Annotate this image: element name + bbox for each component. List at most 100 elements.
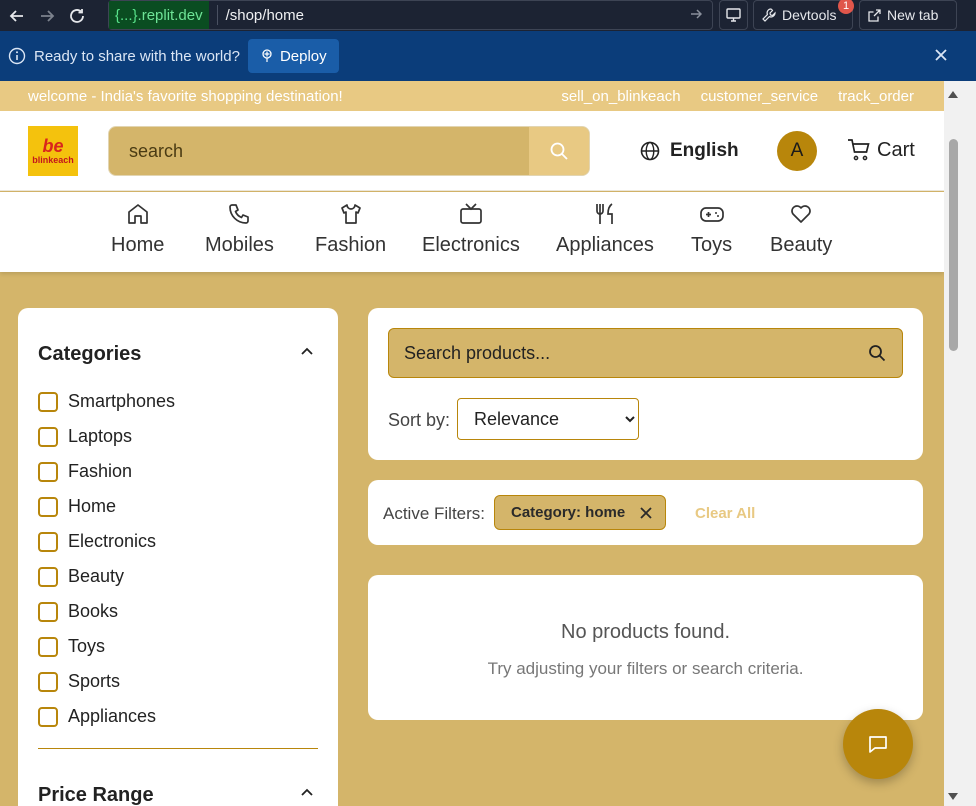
category-checkbox-row[interactable]: Toys: [38, 636, 105, 657]
site-search: [108, 126, 590, 176]
results-panel: No products found. Try adjusting your fi…: [368, 575, 923, 720]
info-icon: [8, 47, 26, 65]
checkbox[interactable]: [38, 671, 58, 692]
new-tab-label: New tab: [887, 7, 939, 23]
heart-icon: [791, 205, 811, 223]
nav-label: Toys: [691, 234, 733, 256]
site-search-button[interactable]: [529, 127, 589, 175]
category-checkbox-row[interactable]: Smartphones: [38, 391, 175, 412]
close-icon[interactable]: [934, 48, 948, 67]
filter-chip: Category: home: [494, 495, 667, 530]
category-label: Electronics: [68, 531, 157, 551]
utensils-icon: [596, 203, 613, 224]
back-icon[interactable]: [4, 3, 30, 29]
forward-icon[interactable]: [34, 3, 60, 29]
price-range-title: Price Range: [38, 784, 154, 806]
deploy-button[interactable]: Deploy: [247, 39, 339, 73]
nav-label: Mobiles: [205, 234, 274, 256]
nav-item-appliances[interactable]: Appliances: [556, 202, 654, 257]
new-tab-button[interactable]: New tab: [859, 0, 957, 30]
checkbox[interactable]: [38, 496, 58, 517]
logo[interactable]: be blinkeach: [28, 126, 78, 176]
scroll-thumb[interactable]: [949, 139, 958, 351]
nav-item-mobiles[interactable]: Mobiles: [205, 202, 274, 257]
category-checkbox-row[interactable]: Books: [38, 601, 118, 622]
checkbox[interactable]: [38, 566, 58, 587]
customer-service-link[interactable]: customer_service: [701, 88, 819, 105]
category-label: Beauty: [68, 566, 125, 586]
chevron-up-icon[interactable]: [300, 345, 314, 364]
clear-all-button[interactable]: Clear All: [695, 505, 755, 522]
tv-icon: [460, 203, 482, 224]
checkbox[interactable]: [38, 391, 58, 412]
track-order-link[interactable]: track_order: [838, 88, 914, 105]
nav-label: Appliances: [556, 234, 654, 256]
category-checkbox-row[interactable]: Laptops: [38, 426, 132, 447]
deploy-message: Ready to share with the world?: [34, 47, 240, 65]
logo-text: blinkeach: [32, 155, 74, 165]
nav-item-beauty[interactable]: Beauty: [770, 202, 832, 257]
sort-select[interactable]: Relevance: [457, 398, 639, 440]
monitor-icon: [726, 8, 741, 22]
sell-link[interactable]: sell_on_blinkeach: [561, 88, 680, 105]
chevron-up-icon[interactable]: [300, 786, 314, 805]
categories-title: Categories: [38, 343, 142, 365]
category-nav: Home Mobiles Fashion Electronics Applian…: [0, 192, 944, 272]
search-icon[interactable]: [868, 344, 886, 362]
cart-button[interactable]: Cart: [847, 138, 915, 162]
nav-item-electronics[interactable]: Electronics: [422, 202, 520, 257]
logo-mark: be: [42, 136, 64, 156]
scroll-up-arrow[interactable]: [948, 91, 958, 98]
product-search: [388, 328, 903, 378]
shirt-icon: [340, 204, 361, 224]
address-bar[interactable]: {...} .replit.dev /shop/home: [108, 0, 713, 30]
checkbox[interactable]: [38, 601, 58, 622]
cart-label: Cart: [877, 138, 915, 161]
empty-subtitle: Try adjusting your filters or search cri…: [487, 659, 804, 678]
checkbox[interactable]: [38, 426, 58, 447]
url-host: {...} .replit.dev: [109, 1, 209, 29]
active-filters-panel: Active Filters: Category: home Clear All: [368, 480, 923, 545]
checkbox[interactable]: [38, 461, 58, 482]
url-host-prefix: {...}: [115, 6, 138, 24]
nav-label: Beauty: [770, 234, 833, 256]
category-label: Fashion: [68, 461, 133, 481]
site-search-input[interactable]: [109, 127, 529, 175]
remove-filter-icon[interactable]: [639, 506, 653, 520]
welcome-bar: welcome - India's favorite shopping dest…: [0, 81, 944, 111]
category-checkbox-row[interactable]: Electronics: [38, 531, 156, 552]
category-label: Laptops: [68, 426, 133, 446]
reload-icon[interactable]: [64, 3, 90, 29]
wrench-icon: [762, 8, 776, 22]
avatar[interactable]: A: [777, 131, 817, 171]
search-sort-panel: Sort by: Relevance: [368, 308, 923, 460]
category-label: Smartphones: [68, 391, 176, 411]
cart-icon: [848, 139, 870, 161]
scrollbar[interactable]: [944, 81, 976, 806]
nav-item-fashion[interactable]: Fashion: [315, 202, 386, 257]
welcome-text: welcome - India's favorite shopping dest…: [28, 87, 343, 105]
scroll-down-arrow[interactable]: [948, 793, 958, 800]
devtools-button[interactable]: Devtools 1: [753, 0, 854, 30]
category-checkbox-row[interactable]: Appliances: [38, 706, 156, 727]
product-search-input[interactable]: [389, 342, 868, 364]
url-path[interactable]: /shop/home: [226, 7, 690, 24]
language-selector[interactable]: English: [640, 140, 739, 162]
chat-button[interactable]: [843, 709, 913, 779]
checkbox[interactable]: [38, 636, 58, 657]
category-checkbox-row[interactable]: Home: [38, 496, 116, 517]
globe-icon: [640, 141, 660, 161]
checkbox[interactable]: [38, 531, 58, 552]
empty-title: No products found.: [561, 621, 730, 643]
screen-button[interactable]: [719, 0, 748, 30]
go-arrow-icon[interactable]: [690, 7, 703, 23]
checkbox[interactable]: [38, 706, 58, 727]
category-checkbox-row[interactable]: Sports: [38, 671, 120, 692]
nav-label: Home: [111, 234, 165, 256]
nav-item-home[interactable]: Home: [111, 202, 164, 257]
category-checkbox-row[interactable]: Beauty: [38, 566, 124, 587]
nav-item-toys[interactable]: Toys: [691, 202, 732, 257]
active-filters-label: Active Filters:: [383, 504, 486, 523]
deploy-button-label: Deploy: [279, 47, 327, 65]
category-checkbox-row[interactable]: Fashion: [38, 461, 132, 482]
